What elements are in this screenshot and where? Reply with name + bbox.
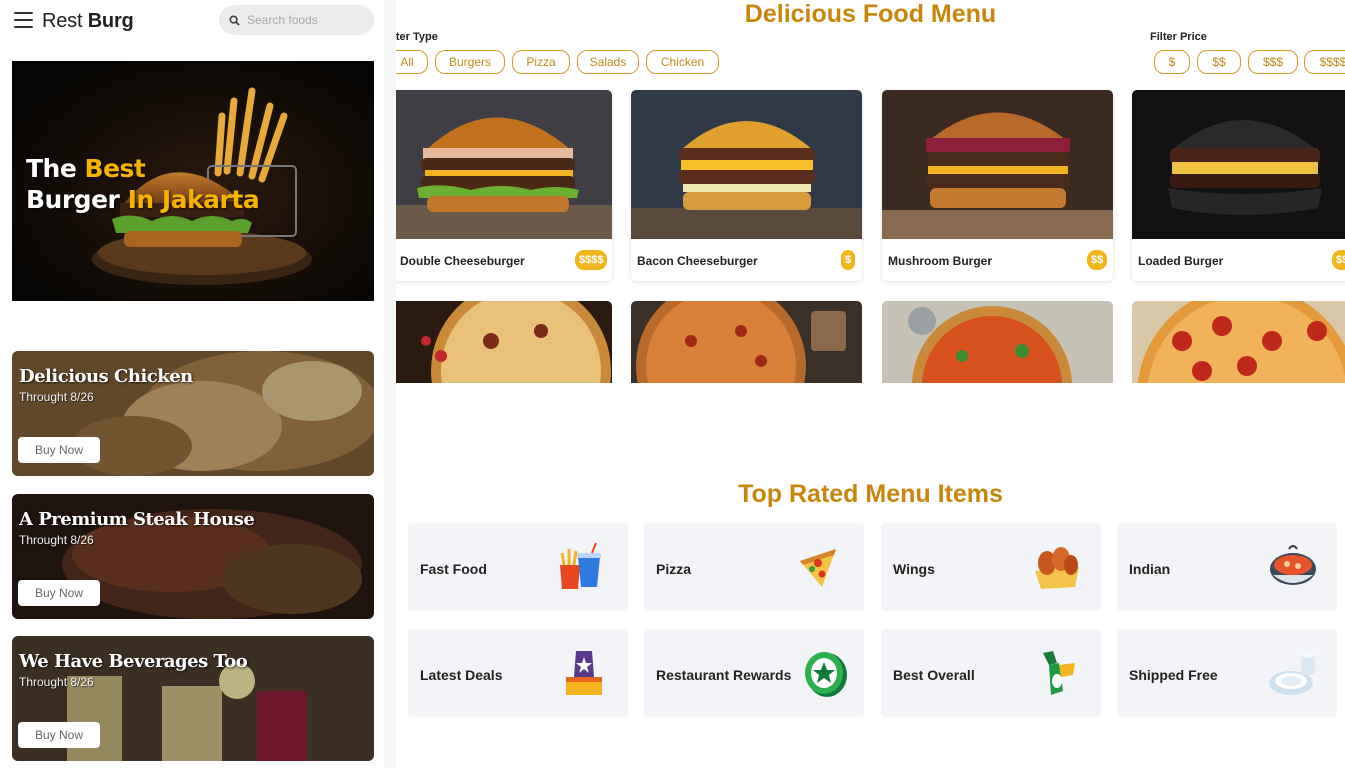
price-badge: $$ [1332,250,1345,270]
deal-tag-icon [566,651,602,695]
promo-title: Delicious Chicken [19,366,193,387]
card-shade [1132,413,1345,421]
brand-name-part1: Rest [42,10,83,32]
card-shade [882,413,1113,421]
hero-line1-highlight: Best [84,154,146,183]
pizza-image [1132,301,1345,383]
category-tile-fast-food[interactable]: Fast Food [408,523,628,611]
filter-type-label: Filter Type [396,31,438,43]
hero-line1-white: The [26,154,85,183]
filter-price-1[interactable]: $ [1154,50,1190,74]
category-label: Shipped Free [1129,667,1218,683]
promo-subtitle: Throught 8/26 [19,675,94,689]
topbar: Rest Burg [12,4,374,38]
buy-now-button[interactable]: Buy Now [18,437,100,463]
category-label: Indian [1129,561,1171,577]
filter-price-2[interactable]: $$ [1197,50,1241,74]
burger-image [882,90,1113,239]
promo-subtitle: Throught 8/26 [19,533,94,547]
promo-card-steak: A Premium Steak House Throught 8/26 Buy … [12,494,374,619]
category-label: Pizza [656,561,692,577]
category-tile-best-overall[interactable]: Best Overall [881,629,1101,717]
promo-card-beverages: We Have Beverages Too Throught 8/26 Buy … [12,636,374,761]
best-sauce-icon [1043,651,1075,695]
filter-type-burgers[interactable]: Burgers [435,50,505,74]
reward-coin-icon [805,652,847,697]
top-rated-title: Top Rated Menu Items [738,480,1003,508]
search-bar[interactable] [219,5,374,35]
search-icon [229,14,240,26]
search-input[interactable] [247,13,367,27]
menu-item-name: Loaded Burger [1138,254,1224,268]
brand-name-part2: Burg [87,10,134,32]
filter-type-all[interactable]: All [396,50,428,74]
curry-bowl-icon [1270,545,1316,585]
filter-price-3[interactable]: $$$ [1248,50,1298,74]
category-tile-restaurant-rewards[interactable]: Restaurant Rewards [644,629,864,717]
pizza-image [882,301,1113,383]
promo-title: We Have Beverages Too [19,651,248,672]
hero-line2-white: Burger [26,185,128,214]
category-label: Fast Food [420,561,487,577]
hero-headline: The Best Burger In Jakarta [26,153,260,215]
filter-price-label: Filter Price [1150,31,1207,43]
burger-image [631,90,862,239]
category-tile-indian[interactable]: Indian [1117,523,1337,611]
menu-item-card-pizza[interactable] [396,301,612,421]
menu-item-card-pizza[interactable] [631,301,862,421]
menu-item-card-pizza[interactable] [1132,301,1345,421]
filter-type-chicken[interactable]: Chicken [646,50,719,74]
category-label: Latest Deals [420,667,503,683]
menu-title: Delicious Food Menu [744,0,997,28]
menu-item-card[interactable]: Double Cheeseburger $$$$ [396,90,612,281]
category-label: Best Overall [893,667,975,683]
fast-food-icon [560,542,601,589]
price-badge: $$ [1087,250,1108,270]
plate-icon [1269,652,1315,695]
app: Rest Burg Search foods The Best Burger I… [0,0,1345,768]
filter-type-salads[interactable]: Salads [577,50,639,74]
promo-subtitle: Throught 8/26 [19,390,94,404]
menu-item-card-pizza[interactable] [882,301,1113,421]
burger-image [1132,90,1345,239]
menu-item-card[interactable]: Bacon Cheeseburger $ [631,90,862,281]
burger-image [396,90,612,239]
buy-now-button[interactable]: Buy Now [18,580,100,606]
pizza-image [631,301,862,383]
menu-item-card[interactable]: Loaded Burger $$ [1132,90,1345,281]
menu-item-card[interactable]: Mushroom Burger $$ [882,90,1113,281]
menu-item-name: Mushroom Burger [888,254,993,268]
pizza-slice-icon [800,549,836,587]
sidebar: Rest Burg Search foods The Best Burger I… [0,0,384,768]
brand-logo[interactable]: Rest Burg [42,10,134,33]
sidebar-divider [384,0,396,768]
card-shade [631,413,862,421]
category-label: Wings [893,561,935,577]
hero-line2-highlight: In Jakarta [127,185,260,214]
card-shade [396,413,612,421]
menu-item-name: Bacon Cheeseburger [637,254,758,268]
hero-banner: The Best Burger In Jakarta [12,61,374,301]
promo-card-chicken: Delicious Chicken Throught 8/26 Buy Now [12,351,374,476]
menu-item-name: Double Cheeseburger [400,254,525,268]
category-tile-pizza[interactable]: Pizza [644,523,864,611]
menu-icon[interactable] [14,12,33,28]
promo-title: A Premium Steak House [19,509,255,530]
filter-price-4[interactable]: $$$$ [1304,50,1345,74]
main-content: Delicious Food Menu Filter Type Filter P… [396,0,1345,768]
category-label: Restaurant Rewards [656,667,792,683]
price-badge: $$$$ [575,250,608,270]
category-tile-latest-deals[interactable]: Latest Deals [408,629,628,717]
category-tile-wings[interactable]: Wings [881,523,1101,611]
pizza-image [396,301,612,383]
chicken-wings-icon [1035,547,1079,589]
price-badge: $ [841,250,856,270]
buy-now-button[interactable]: Buy Now [18,722,100,748]
filter-type-pizza[interactable]: Pizza [512,50,570,74]
category-tile-shipped-free[interactable]: Shipped Free [1117,629,1337,717]
